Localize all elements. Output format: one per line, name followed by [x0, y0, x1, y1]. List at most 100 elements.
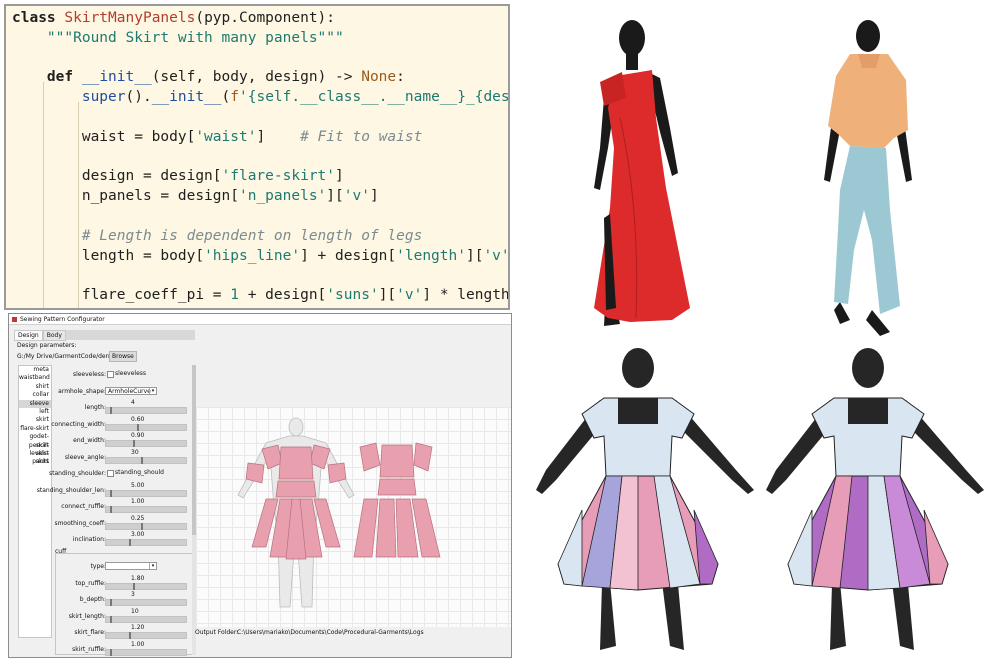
category-item-skirt[interactable]: skirt [19, 416, 51, 424]
render-panel-dress-left [536, 348, 754, 650]
output-folder-label: Output Folder: [195, 629, 239, 636]
parameter-category-list: meta waistband shirt collar sleeve left skirt f… [18, 365, 52, 638]
checkbox-label: standing_should [115, 469, 164, 476]
code-line: n_panels = design['n_panels']['v'] [12, 188, 379, 205]
output-folder-path[interactable]: C:\Users\mariako\Documents\Code\Procedur… [237, 627, 424, 639]
slider-handle[interactable] [133, 440, 136, 447]
indent-guide [78, 102, 79, 308]
dropdown-value: ArmholeCurve [108, 387, 151, 395]
param-label: skirt_length: [68, 612, 106, 620]
param-label: b_depth: [79, 596, 106, 603]
param-slider[interactable] [105, 582, 187, 590]
param-slider[interactable] [105, 456, 187, 464]
param-label: standing_shoulder: [49, 470, 106, 477]
pattern-preview-canvas [196, 407, 511, 627]
render-panel-dress-right [766, 348, 984, 650]
slider-handle[interactable] [141, 522, 144, 530]
param-label: connecting_width: [51, 420, 106, 428]
window-titlebar: Sewing Pattern Configurator [9, 314, 511, 325]
code-line: """Round Skirt with many panels""" [46, 29, 344, 46]
pattern-preview-drawing [237, 417, 441, 608]
param-value: 4 [131, 399, 135, 406]
slider-handle[interactable] [109, 407, 112, 414]
param-value: 1.20 [131, 624, 145, 631]
param-value: 5.00 [131, 481, 145, 489]
category-item-pencil-skirt[interactable]: pencil-skirt [19, 442, 51, 457]
slider-handle[interactable] [109, 489, 112, 497]
category-item-meta[interactable]: meta [19, 366, 51, 374]
slider-handle[interactable] [129, 539, 132, 546]
slider-handle[interactable] [109, 506, 112, 513]
checkbox-label: sleeveless [115, 370, 147, 377]
param-slider[interactable] [105, 615, 187, 623]
sewing-pattern-configurator-window: Sewing Pattern Configurator Design Body … [8, 313, 512, 658]
param-slider[interactable] [105, 506, 187, 513]
design-parameters-label: Design parameters: [17, 342, 77, 349]
param-row: skirt_ruffle: 1.00 [51, 640, 192, 658]
param-slider[interactable] [105, 648, 187, 656]
category-item-collar[interactable]: collar [19, 391, 51, 399]
slider-handle[interactable] [109, 648, 112, 656]
window-title: Sewing Pattern Configurator [20, 315, 105, 323]
param-label: connect_ruffle: [61, 503, 106, 510]
param-checkbox[interactable] [107, 470, 114, 477]
param-value: 30 [131, 448, 139, 456]
slider-handle[interactable] [133, 582, 136, 590]
category-item-godet-skirt[interactable]: godet-skirt [19, 433, 51, 448]
param-label: length: [84, 404, 106, 411]
code-line: design = design['flare-skirt'] [12, 168, 344, 185]
param-row: inclination: 3.00 [51, 530, 192, 550]
category-item-sleeve[interactable]: sleeve [19, 399, 51, 408]
code-line: super().__init__(f'{self.__class__.__nam… [81, 89, 510, 106]
param-slider[interactable] [105, 423, 187, 431]
slider-handle[interactable] [129, 632, 132, 639]
param-label: armhole_shape: [58, 387, 106, 395]
slider-handle[interactable] [109, 599, 112, 606]
param-value: 3.00 [131, 531, 145, 538]
slider-handle[interactable] [137, 423, 140, 431]
code-block: class SkirtManyPanels(pyp.Component): ""… [6, 6, 510, 308]
param-label: top_ruffle: [75, 579, 106, 587]
param-label: sleeve_angle: [64, 453, 106, 461]
param-slider[interactable] [105, 407, 187, 414]
param-value: 0.25 [131, 514, 145, 522]
code-line: flare_coeff_pi = 1 + design['suns']['v']… [12, 287, 510, 304]
param-slider[interactable] [105, 599, 187, 606]
parameter-panel: sleeveless: sleeveless armhole_shape: Armho… [37, 365, 193, 656]
slider-handle[interactable] [109, 615, 112, 623]
design-path-field[interactable]: G:/My Drive/GarmentCode/derr [17, 352, 109, 361]
chevron-down-icon[interactable]: ▾ [149, 387, 156, 394]
tab-bar: Design Body [14, 330, 66, 341]
chevron-down-icon[interactable]: ▾ [149, 563, 156, 569]
category-item-pants[interactable]: pants [19, 458, 51, 466]
param-slider[interactable] [105, 632, 187, 639]
param-value: 1.80 [131, 574, 145, 582]
tab-body[interactable]: Body [42, 330, 66, 341]
param-checkbox[interactable] [107, 371, 114, 378]
param-label: type: [90, 563, 106, 570]
pattern-pieces-back [353, 442, 441, 558]
param-value: 3 [131, 591, 135, 598]
category-item-left[interactable]: left [19, 408, 51, 416]
tab-design[interactable]: Design [14, 330, 43, 341]
param-slider[interactable] [105, 539, 187, 546]
browse-button[interactable]: Browse [109, 351, 137, 362]
render-red-dress [594, 20, 690, 326]
code-line: waist = body['waist'] # Fit to waist [12, 128, 423, 145]
param-slider[interactable] [105, 489, 187, 497]
param-value: 10 [131, 607, 139, 615]
category-item-levels-skirt[interactable]: levels-skirt [19, 450, 51, 465]
param-slider[interactable] [105, 440, 187, 447]
slider-handle[interactable] [141, 456, 144, 464]
param-dropdown[interactable]: ArmholeCurve ▾ [105, 386, 157, 395]
param-label: skirt_ruffle: [72, 645, 106, 653]
param-dropdown[interactable]: ▾ [105, 562, 157, 570]
app-icon [12, 316, 17, 322]
category-item-flare-skirt[interactable]: flare-skirt [19, 425, 51, 433]
category-item-shirt[interactable]: shirt [19, 383, 51, 391]
param-slider[interactable] [105, 522, 187, 530]
param-value: 1.00 [131, 498, 145, 505]
param-label: end_width: [73, 437, 106, 444]
category-item-waistband[interactable]: waistband [19, 374, 51, 382]
param-value: 0.90 [131, 432, 145, 439]
